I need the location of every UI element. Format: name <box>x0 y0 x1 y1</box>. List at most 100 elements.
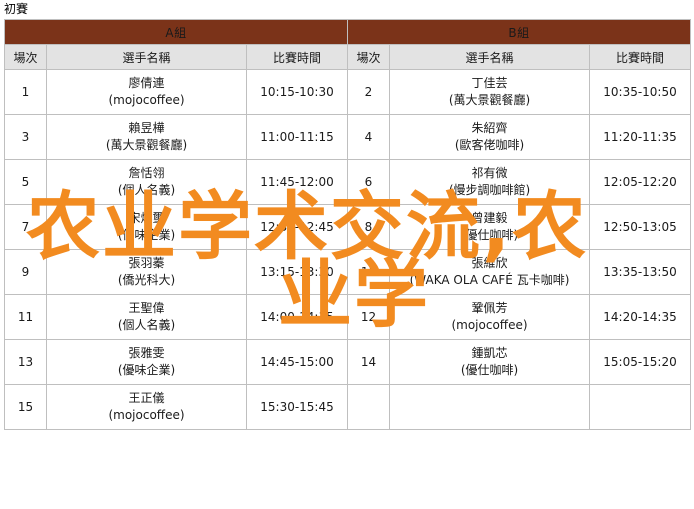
table-row: 9 張羽蓁 (僑光科大) 13:15-13:30 10 張維欣 (WAKA OL… <box>4 249 692 295</box>
player-org: (個人名義) <box>117 318 176 332</box>
schedule-table: A組 B組 場次 選手名稱 比賽時間 場次 選手名稱 比賽時間 1 廖倩連 (m… <box>4 19 692 430</box>
col-header-b-name: 選手名稱 <box>389 44 590 70</box>
player-cell: 鞏佩芳 (mojocoffee) <box>389 294 590 340</box>
match-no: 7 <box>4 204 47 250</box>
player-cell: 張雅雯 (優味企業) <box>46 339 247 385</box>
player-name: 賴昱樺 <box>128 121 165 135</box>
player-name: 鍾凱芯 <box>471 346 508 360</box>
match-no: 3 <box>4 114 47 160</box>
match-time: 10:35-10:50 <box>588 69 692 115</box>
match-no: 8 <box>347 204 390 250</box>
player-cell: 王聖偉 (個人名義) <box>46 294 247 340</box>
match-time: 14:20-14:35 <box>588 294 692 340</box>
player-name: 朱紹齊 <box>471 121 508 135</box>
col-header-a-name: 選手名稱 <box>46 44 247 70</box>
table-row: 3 賴昱樺 (萬大景觀餐廳) 11:00-11:15 4 朱紹齊 (歐客佬咖啡)… <box>4 114 692 160</box>
group-title-row: A組 B組 <box>4 19 692 45</box>
player-cell: 宋燦璽 (優味企業) <box>46 204 247 250</box>
col-header-a-no: 場次 <box>4 44 47 70</box>
player-org: (mojocoffee) <box>108 408 185 422</box>
player-name: 詹恬翎 <box>128 166 165 180</box>
player-cell: 朱紹齊 (歐客佬咖啡) <box>389 114 590 160</box>
match-no: 12 <box>347 294 390 340</box>
table-row: 7 宋燦璽 (優味企業) 12:30-12:45 8 曾建毅 (優仕咖啡) 12… <box>4 204 692 250</box>
table-row: 15 王正儀 (mojocoffee) 15:30-15:45 <box>4 384 692 430</box>
player-org: (歐客佬咖啡) <box>454 138 525 152</box>
player-cell: 鍾凱芯 (優仕咖啡) <box>389 339 590 385</box>
table-header: A組 B組 場次 選手名稱 比賽時間 場次 選手名稱 比賽時間 <box>4 19 692 70</box>
player-org: (mojocoffee) <box>451 318 528 332</box>
player-name: 王正儀 <box>128 391 165 405</box>
table-row: 5 詹恬翎 (個人名義) 11:45-12:00 6 祁有微 (慢步調咖啡館) … <box>4 159 692 205</box>
player-name: 宋燦璽 <box>128 211 165 225</box>
match-no: 11 <box>4 294 47 340</box>
match-time: 10:15-10:30 <box>246 69 348 115</box>
player-name: 張雅雯 <box>128 346 165 360</box>
page-root: 初賽 A組 B組 場次 選手名稱 比賽時間 場次 選手名稱 比賽時間 1 廖倩連… <box>0 0 694 509</box>
player-name: 張維欣 <box>471 256 508 270</box>
player-name: 祁有微 <box>471 166 508 180</box>
match-no: 5 <box>4 159 47 205</box>
player-org: (萬大景觀餐廳) <box>105 138 188 152</box>
match-time: 15:05-15:20 <box>588 339 692 385</box>
player-org: (僑光科大) <box>117 273 176 287</box>
column-header-row: 場次 選手名稱 比賽時間 場次 選手名稱 比賽時間 <box>4 44 692 70</box>
match-no: 13 <box>4 339 47 385</box>
table-row: 13 張雅雯 (優味企業) 14:45-15:00 14 鍾凱芯 (優仕咖啡) … <box>4 339 692 385</box>
player-cell: 祁有微 (慢步調咖啡館) <box>389 159 590 205</box>
match-time: 12:50-13:05 <box>588 204 692 250</box>
col-header-b-time: 比賽時間 <box>588 44 692 70</box>
player-name: 張羽蓁 <box>128 256 165 270</box>
col-header-a-time: 比賽時間 <box>246 44 348 70</box>
table-row: 1 廖倩連 (mojocoffee) 10:15-10:30 2 丁佳芸 (萬大… <box>4 69 692 115</box>
player-org: (優味企業) <box>117 363 176 377</box>
player-org: (mojocoffee) <box>108 93 185 107</box>
table-row: 11 王聖偉 (個人名義) 14:00-14:15 12 鞏佩芳 (mojoco… <box>4 294 692 340</box>
group-title-b: B組 <box>346 19 692 45</box>
player-cell: 曾建毅 (優仕咖啡) <box>389 204 590 250</box>
match-no: 2 <box>347 69 390 115</box>
group-title-a: A組 <box>4 19 348 45</box>
player-cell: 張維欣 (WAKA OLA CAFÉ 瓦卡咖啡) <box>389 249 590 295</box>
player-cell: 丁佳芸 (萬大景觀餐廳) <box>389 69 590 115</box>
player-name: 王聖偉 <box>128 301 165 315</box>
match-no <box>347 384 390 430</box>
match-time: 11:20-11:35 <box>588 114 692 160</box>
player-cell: 賴昱樺 (萬大景觀餐廳) <box>46 114 247 160</box>
player-cell: 詹恬翎 (個人名義) <box>46 159 247 205</box>
match-time: 13:15-13:30 <box>246 249 348 295</box>
player-name: 廖倩連 <box>128 76 165 90</box>
match-time: 14:45-15:00 <box>246 339 348 385</box>
match-time: 14:00-14:15 <box>246 294 348 340</box>
match-time: 13:35-13:50 <box>588 249 692 295</box>
player-org: (個人名義) <box>117 183 176 197</box>
player-name: 曾建毅 <box>471 211 508 225</box>
player-org: (慢步調咖啡館) <box>448 183 531 197</box>
match-time: 11:45-12:00 <box>246 159 348 205</box>
player-org: (萬大景觀餐廳) <box>448 93 531 107</box>
player-cell <box>389 384 590 430</box>
player-cell: 張羽蓁 (僑光科大) <box>46 249 247 295</box>
player-org: (優味企業) <box>117 228 176 242</box>
player-org: (優仕咖啡) <box>460 363 519 377</box>
match-time: 11:00-11:15 <box>246 114 348 160</box>
match-no: 1 <box>4 69 47 115</box>
match-no: 4 <box>347 114 390 160</box>
match-time: 12:30-12:45 <box>246 204 348 250</box>
match-time <box>588 384 692 430</box>
player-name: 鞏佩芳 <box>471 301 508 315</box>
table-body: 1 廖倩連 (mojocoffee) 10:15-10:30 2 丁佳芸 (萬大… <box>4 69 692 430</box>
match-time: 12:05-12:20 <box>588 159 692 205</box>
player-name: 丁佳芸 <box>471 76 508 90</box>
match-no: 6 <box>347 159 390 205</box>
col-header-b-no: 場次 <box>347 44 390 70</box>
match-no: 10 <box>347 249 390 295</box>
player-org: (WAKA OLA CAFÉ 瓦卡咖啡) <box>409 273 570 287</box>
match-no: 14 <box>347 339 390 385</box>
match-no: 15 <box>4 384 47 430</box>
player-cell: 廖倩連 (mojocoffee) <box>46 69 247 115</box>
match-no: 9 <box>4 249 47 295</box>
match-time: 15:30-15:45 <box>246 384 348 430</box>
table-caption: 初賽 <box>4 2 29 16</box>
player-cell: 王正儀 (mojocoffee) <box>46 384 247 430</box>
